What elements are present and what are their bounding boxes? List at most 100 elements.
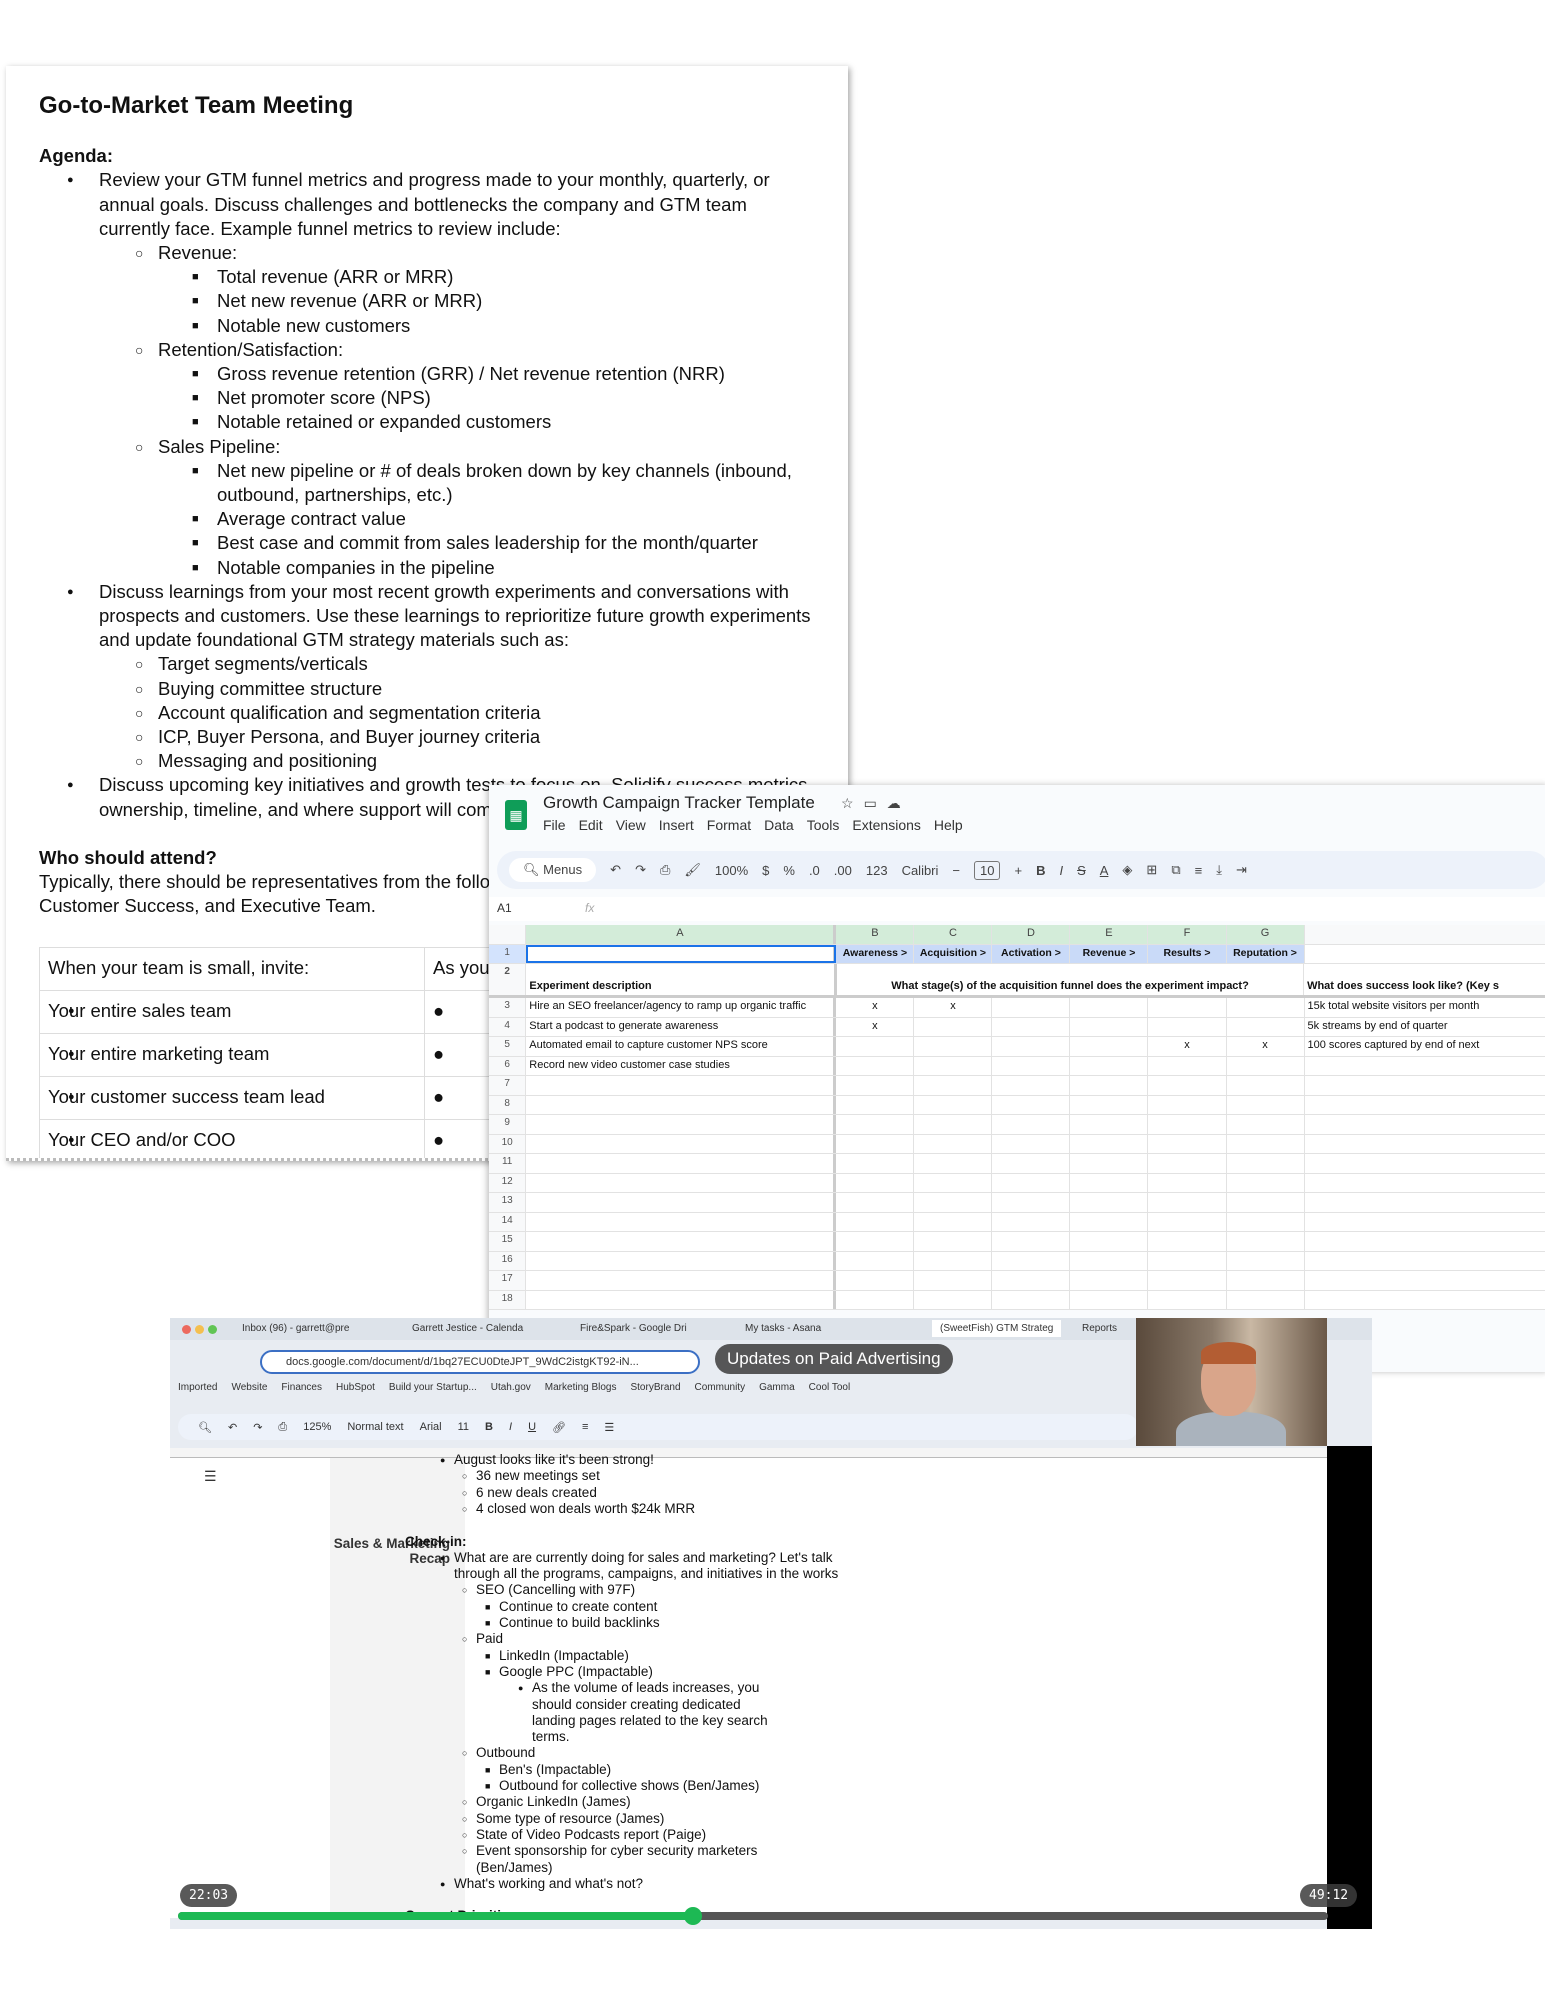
stage-mark-cell[interactable]: [836, 1056, 915, 1075]
valign-icon[interactable]: ⤓: [1216, 862, 1222, 878]
stage-mark-cell[interactable]: x: [1148, 1037, 1227, 1056]
row-number[interactable]: 7: [489, 1076, 527, 1095]
progress-bar[interactable]: [178, 1907, 1328, 1925]
menu-tools[interactable]: Tools: [807, 817, 840, 833]
style-select[interactable]: Normal text: [347, 1421, 403, 1433]
menus-search[interactable]: 🔍︎ Menus: [509, 858, 597, 882]
address-bar[interactable]: docs.google.com/document/d/1bq27ECU0DteJ…: [260, 1350, 700, 1374]
column-header[interactable]: B: [836, 925, 915, 944]
progress-handle[interactable]: [684, 1907, 703, 1925]
align-icon[interactable]: ≡: [1195, 863, 1203, 878]
search-icon[interactable]: 🔍︎: [198, 1421, 212, 1434]
success-cell[interactable]: 15k total website visitors per month: [1305, 998, 1545, 1017]
funnel-question-header[interactable]: What stage(s) of the acquisition funnel …: [837, 964, 1305, 995]
column-header[interactable]: A: [526, 925, 837, 944]
fill-color-icon[interactable]: ◈: [1122, 862, 1132, 878]
move-folder-icon[interactable]: ▭: [864, 795, 887, 811]
row-number[interactable]: 11: [489, 1154, 527, 1173]
browser-tab-active[interactable]: (SweetFish) GTM Strateg: [932, 1320, 1062, 1337]
italic-icon[interactable]: I: [1059, 863, 1063, 878]
menu-help[interactable]: Help: [934, 817, 963, 833]
stage-mark-cell[interactable]: x: [914, 998, 993, 1017]
merge-icon[interactable]: ⧉: [1171, 862, 1180, 878]
row-number[interactable]: 8: [489, 1095, 527, 1114]
stage-mark-cell[interactable]: [992, 1056, 1071, 1075]
font-select[interactable]: Arial: [420, 1421, 442, 1433]
experiment-cell[interactable]: Record new video customer case studies: [526, 1056, 837, 1075]
zoom-select[interactable]: 100%: [715, 863, 748, 878]
font-size-decrease[interactable]: −: [952, 863, 960, 878]
undo-icon[interactable]: ↶: [228, 1421, 237, 1434]
align-icon[interactable]: ≡: [582, 1421, 588, 1433]
column-header[interactable]: G: [1226, 925, 1305, 944]
experiment-cell[interactable]: Hire an SEO freelancer/agency to ramp up…: [526, 998, 837, 1017]
italic-icon[interactable]: I: [509, 1421, 512, 1433]
font-size-input[interactable]: 11: [458, 1421, 469, 1433]
bookmark[interactable]: Website: [231, 1382, 267, 1393]
redo-icon[interactable]: ↷: [253, 1421, 262, 1434]
column-header[interactable]: D: [992, 925, 1071, 944]
print-icon[interactable]: ⎙: [278, 1421, 287, 1434]
column-header[interactable]: C: [914, 925, 993, 944]
name-box[interactable]: A1: [497, 901, 512, 915]
row-number[interactable]: 13: [489, 1193, 527, 1212]
cell-a1[interactable]: [526, 944, 837, 963]
more-formats-button[interactable]: 123: [866, 863, 888, 878]
stage-mark-cell[interactable]: [914, 1056, 993, 1075]
undo-icon[interactable]: ↶: [610, 862, 621, 878]
menu-edit[interactable]: Edit: [579, 817, 603, 833]
funnel-stage-header[interactable]: Reputation >: [1226, 944, 1305, 963]
row-number[interactable]: 3: [489, 998, 527, 1017]
row-number[interactable]: 17: [489, 1271, 527, 1290]
cloud-status-icon[interactable]: ☁: [887, 795, 911, 811]
currency-button[interactable]: $: [762, 863, 769, 878]
font-size-input[interactable]: 10: [974, 860, 1001, 880]
font-select[interactable]: Calibri: [902, 863, 939, 878]
stage-mark-cell[interactable]: [992, 1017, 1071, 1036]
browser-tab[interactable]: Inbox (96) - garrett@pre: [242, 1323, 349, 1334]
menu-extensions[interactable]: Extensions: [852, 817, 920, 833]
menu-view[interactable]: View: [616, 817, 646, 833]
decrease-decimal-button[interactable]: .0: [809, 863, 820, 878]
stage-mark-cell[interactable]: [992, 998, 1071, 1017]
bookmark[interactable]: Imported: [178, 1382, 217, 1393]
sheet-title[interactable]: Growth Campaign Tracker Template: [543, 793, 815, 813]
borders-icon[interactable]: ⊞: [1146, 862, 1157, 878]
browser-tab[interactable]: Reports: [1082, 1323, 1117, 1334]
experiment-description-header[interactable]: Experiment description: [526, 964, 838, 995]
funnel-stage-header[interactable]: Acquisition >: [914, 944, 993, 963]
stage-mark-cell[interactable]: x: [836, 998, 915, 1017]
underline-icon[interactable]: U: [528, 1421, 536, 1433]
success-cell[interactable]: 100 scores captured by end of next: [1305, 1037, 1545, 1056]
row-number[interactable]: 16: [489, 1251, 527, 1270]
stage-mark-cell[interactable]: [1227, 998, 1305, 1017]
browser-tab[interactable]: Fire&Spark - Google Dri: [580, 1323, 687, 1334]
stage-mark-cell[interactable]: [992, 1037, 1071, 1056]
experiment-cell[interactable]: Start a podcast to generate awareness: [526, 1017, 837, 1036]
stage-mark-cell[interactable]: [1148, 1017, 1227, 1036]
stage-mark-cell[interactable]: [1070, 1056, 1149, 1075]
column-header[interactable]: H: [1304, 925, 1545, 944]
funnel-stage-header[interactable]: Activation >: [992, 944, 1071, 963]
star-icon[interactable]: ☆: [841, 795, 864, 811]
stage-mark-cell[interactable]: [1227, 1017, 1305, 1036]
percent-button[interactable]: %: [783, 863, 795, 878]
column-header[interactable]: F: [1148, 925, 1227, 944]
bookmark[interactable]: Build your Startup...: [389, 1382, 477, 1393]
stage-mark-cell[interactable]: [836, 1037, 915, 1056]
bookmark[interactable]: HubSpot: [336, 1382, 375, 1393]
stage-mark-cell[interactable]: [914, 1017, 993, 1036]
row-number[interactable]: 12: [489, 1173, 527, 1192]
bulleted-list-icon[interactable]: ☰: [604, 1421, 614, 1434]
paint-format-icon[interactable]: 🖌︎: [684, 862, 701, 878]
stage-mark-cell[interactable]: [1070, 998, 1149, 1017]
outline-icon[interactable]: ☰: [204, 1468, 217, 1485]
bookmark[interactable]: Community: [695, 1382, 746, 1393]
success-cell[interactable]: 5k streams by end of quarter: [1305, 1018, 1545, 1037]
menu-data[interactable]: Data: [764, 817, 794, 833]
browser-tab[interactable]: My tasks - Asana: [745, 1323, 821, 1334]
font-size-increase[interactable]: +: [1014, 863, 1022, 878]
menu-format[interactable]: Format: [707, 817, 751, 833]
menu-file[interactable]: File: [543, 817, 566, 833]
row-number[interactable]: 18: [489, 1290, 527, 1309]
